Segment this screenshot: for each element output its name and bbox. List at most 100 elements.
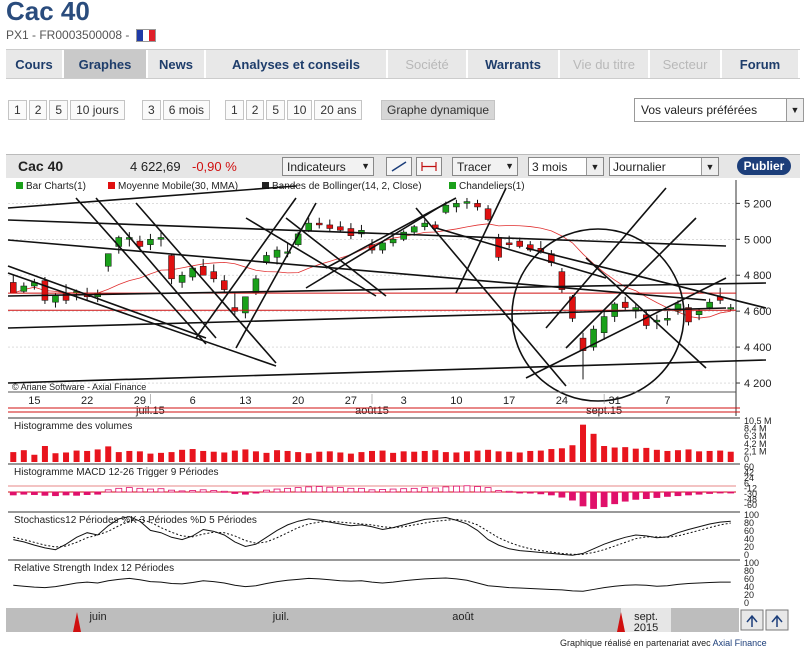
macd-bar <box>294 487 302 493</box>
tab-cours[interactable]: Cours <box>6 50 64 78</box>
volume-bar <box>506 451 513 462</box>
macd-bar <box>115 487 123 493</box>
years-button-3[interactable]: 10 <box>287 100 313 120</box>
indicators-dropdown[interactable]: Indicateurs ▼ <box>282 157 374 176</box>
macd-bar <box>611 491 619 505</box>
macd-bar <box>505 490 513 493</box>
volume-bar <box>84 450 91 462</box>
macd-bar <box>558 491 566 498</box>
tab-news[interactable]: News <box>148 50 206 78</box>
candle-body <box>20 285 28 292</box>
axial-finance-link[interactable]: Axial Finance <box>713 638 767 648</box>
macd-bar <box>125 487 133 493</box>
days-button-0[interactable]: 1 <box>8 100 27 120</box>
tab-forum[interactable]: Forum <box>722 50 800 78</box>
volume-bar <box>305 453 312 462</box>
macd-bar <box>210 490 218 493</box>
volume-bar <box>136 451 143 462</box>
watermark: © Ariane Software - Axial Finance <box>12 382 146 392</box>
volume-bar <box>147 453 154 462</box>
interval-select[interactable]: Journalier ▼ <box>609 157 719 176</box>
days-button-3[interactable]: 10 jours <box>70 100 125 120</box>
volume-bar <box>179 449 186 462</box>
favorites-select[interactable]: Vos valeurs préférées ▼ <box>634 98 804 122</box>
macd-bar <box>358 487 365 493</box>
volume-bar <box>421 450 428 462</box>
indicators-label: Indicateurs <box>287 159 346 174</box>
macd-bar <box>284 487 291 493</box>
x-tick-label: 15 <box>28 395 40 407</box>
y-tick-label: 4 600 <box>744 306 772 318</box>
macd-bar <box>30 491 38 495</box>
x-month-label: août15 <box>355 405 389 417</box>
candle-body <box>210 271 217 280</box>
candle-body <box>600 316 608 333</box>
x-month-label: juil.15 <box>135 405 165 417</box>
volume-bar <box>10 452 17 462</box>
x-tick-label: 22 <box>81 395 93 407</box>
publish-button[interactable]: Publier <box>737 157 791 175</box>
macd-bar <box>632 491 640 500</box>
candle-body <box>199 265 207 276</box>
volume-bar <box>20 450 27 462</box>
months-button-0[interactable]: 3 <box>142 100 161 120</box>
period-group-months: 36 mois <box>142 100 211 120</box>
months-button-1[interactable]: 6 mois <box>162 100 211 120</box>
volume-bar <box>643 447 650 462</box>
candle-body <box>168 255 175 280</box>
volume-bar <box>411 451 418 462</box>
volume-bar <box>590 433 597 462</box>
macd-bar <box>431 487 439 493</box>
volume-bar <box>706 450 713 462</box>
macd-bar <box>442 486 450 493</box>
days-button-1[interactable]: 2 <box>28 100 48 120</box>
macd-bar <box>537 491 545 495</box>
days-button-2[interactable]: 5 <box>49 100 69 120</box>
dynamic-chart-button[interactable]: Graphe dynamique <box>381 100 496 120</box>
years-button-1[interactable]: 2 <box>245 100 265 120</box>
macd-bar <box>706 491 714 494</box>
macd-bar <box>495 490 503 493</box>
macd-bar <box>716 491 724 494</box>
tab-secteur: Secteur <box>650 50 722 78</box>
legend-item: Bar Charts(1) <box>26 181 86 192</box>
macd-bar <box>547 491 555 496</box>
period-group-dynamic: Graphe dynamique <box>381 100 496 120</box>
y-tick-label: 5 000 <box>744 234 772 246</box>
candle-body <box>337 226 344 231</box>
candle-body <box>315 222 323 226</box>
years-button-0[interactable]: 1 <box>225 100 244 120</box>
macd-bar <box>389 488 397 493</box>
draw-dropdown[interactable]: Tracer ▼ <box>452 157 518 176</box>
tab-graphes[interactable]: Graphes <box>64 50 148 78</box>
years-button-4[interactable]: 20 ans <box>314 100 363 120</box>
macd-bar <box>463 485 471 493</box>
period-select[interactable]: 3 mois ▼ <box>528 157 604 176</box>
tab-analyses-et-conseils[interactable]: Analyses et conseils <box>206 50 388 78</box>
macd-bar <box>178 490 186 493</box>
candle-body <box>326 224 334 229</box>
volume-bar <box>453 452 460 462</box>
years-button-2[interactable]: 5 <box>266 100 286 120</box>
macd-bar <box>569 491 576 501</box>
volume-bar <box>31 454 38 462</box>
volume-bar <box>52 453 59 462</box>
macd-bar <box>674 491 682 497</box>
volume-bar <box>442 452 449 462</box>
chevron-down-icon: ▼ <box>586 158 603 175</box>
candle-body <box>379 242 386 251</box>
tab-warrants[interactable]: Warrants <box>468 50 560 78</box>
credit-line: Graphique réalisé en partenariat avec Ax… <box>560 638 767 648</box>
horizontal-line-tool-icon[interactable] <box>416 157 442 176</box>
x-tick-label: 7 <box>664 395 670 407</box>
volume-bar <box>316 451 323 462</box>
volume-bar <box>653 449 660 462</box>
volume-bar <box>717 450 724 462</box>
candle-body <box>305 222 312 231</box>
candle-body <box>410 226 418 233</box>
volume-bar <box>569 445 576 462</box>
stock-chart[interactable]: Bar Charts(1) Moyenne Mobile(30, MMA) Band… <box>6 178 800 634</box>
candle-body <box>41 280 49 301</box>
trendline-tool-icon[interactable] <box>386 157 412 176</box>
last-price: 4 622,69 <box>130 159 181 174</box>
